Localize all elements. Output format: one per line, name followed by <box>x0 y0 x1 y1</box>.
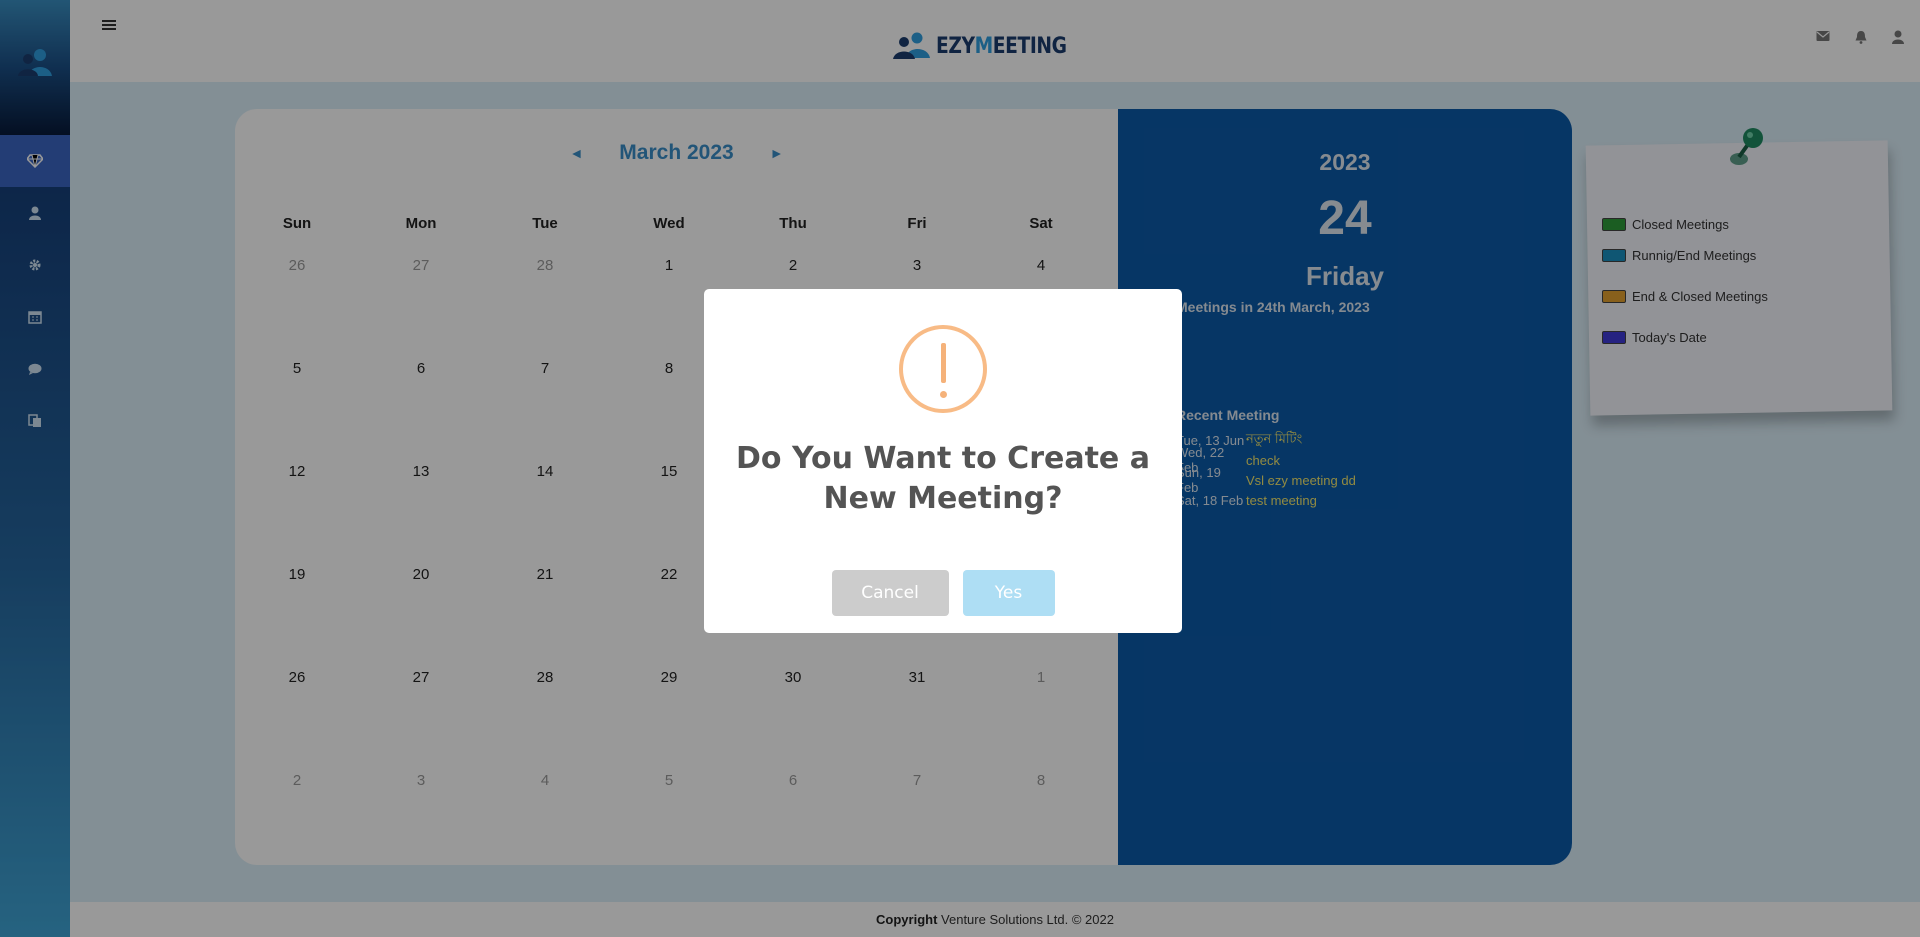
warning-icon <box>899 325 987 413</box>
yes-button[interactable]: Yes <box>962 570 1055 616</box>
dialog-title: Do You Want to Create a New Meeting? <box>736 441 1150 516</box>
cancel-button[interactable]: Cancel <box>831 570 949 616</box>
create-meeting-dialog: Do You Want to Create a New Meeting? Can… <box>704 289 1182 633</box>
